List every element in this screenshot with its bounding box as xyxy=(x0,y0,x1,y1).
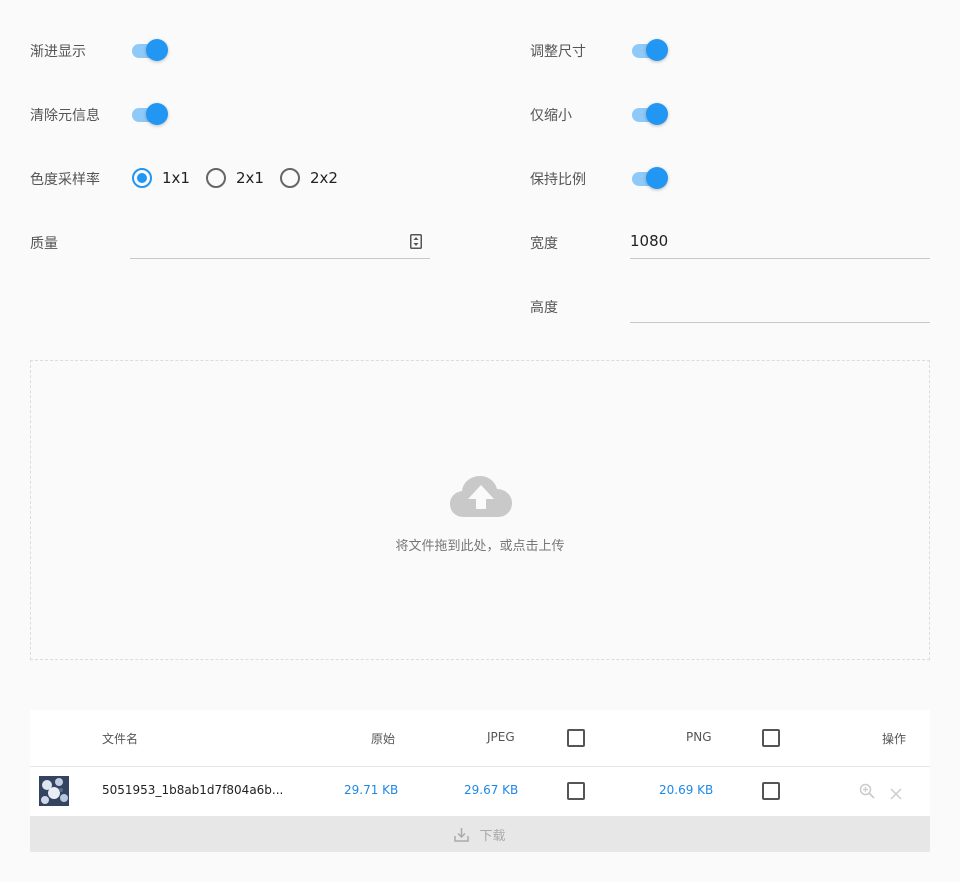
chroma-radio-2x2[interactable]: 2x2 xyxy=(280,168,338,188)
upload-dropzone[interactable]: 将文件拖到此处，或点击上传 xyxy=(30,360,930,660)
column-header-actions: 操作 xyxy=(882,732,907,746)
upload-hint: 将文件拖到此处，或点击上传 xyxy=(395,539,565,554)
keep-ratio-label: 保持比例 xyxy=(530,172,586,188)
shrink-only-toggle[interactable] xyxy=(630,103,668,127)
header-divider xyxy=(30,766,930,767)
strip-metadata-label: 清除元信息 xyxy=(30,108,100,124)
toggle-thumb xyxy=(646,39,668,61)
jpeg-size[interactable]: 29.67 KB xyxy=(464,783,518,797)
toggle-thumb xyxy=(146,39,168,61)
progressive-label: 渐进显示 xyxy=(30,44,86,60)
width-field xyxy=(630,223,930,259)
column-header-filename: 文件名 xyxy=(102,732,139,746)
radio-label: 1x1 xyxy=(162,169,190,187)
file-thumbnail xyxy=(39,776,69,806)
file-name: 5051953_1b8ab1d7f804a6b... xyxy=(102,783,284,797)
radio-label: 2x1 xyxy=(236,169,264,187)
progressive-toggle[interactable] xyxy=(130,39,168,63)
png-row-checkbox[interactable] xyxy=(762,782,780,800)
download-button[interactable]: 下载 xyxy=(30,816,930,852)
height-field xyxy=(630,287,930,323)
toggle-thumb xyxy=(646,167,668,189)
cloud-upload-icon xyxy=(450,475,512,523)
chroma-subsampling-label: 色度采样率 xyxy=(30,172,100,188)
jpeg-select-all-checkbox[interactable] xyxy=(567,729,585,747)
close-icon[interactable] xyxy=(890,785,902,804)
column-header-original: 原始 xyxy=(371,732,396,746)
toggle-thumb xyxy=(146,103,168,125)
chroma-radio-2x1[interactable]: 2x1 xyxy=(206,168,264,188)
radio-circle xyxy=(206,168,226,188)
radio-label: 2x2 xyxy=(310,169,338,187)
jpeg-row-checkbox[interactable] xyxy=(567,782,585,800)
number-spinner-icon[interactable] xyxy=(410,234,422,253)
height-input[interactable] xyxy=(630,287,930,322)
radio-circle xyxy=(280,168,300,188)
quality-label: 质量 xyxy=(30,236,58,252)
toggle-thumb xyxy=(646,103,668,125)
file-table: 文件名 原始 JPEG PNG 操作 5051953_1b8ab1d7f804a… xyxy=(30,710,930,852)
strip-metadata-toggle[interactable] xyxy=(130,103,168,127)
radio-circle-checked xyxy=(132,168,152,188)
shrink-only-label: 仅缩小 xyxy=(530,108,572,124)
original-size: 29.71 KB xyxy=(344,783,399,797)
keep-ratio-toggle[interactable] xyxy=(630,167,668,191)
column-header-png: PNG xyxy=(686,730,712,744)
column-header-jpeg: JPEG xyxy=(487,730,515,744)
download-label: 下载 xyxy=(479,828,506,844)
zoom-in-icon[interactable] xyxy=(859,783,875,803)
quality-field xyxy=(130,223,430,259)
height-label: 高度 xyxy=(530,300,558,316)
download-icon xyxy=(454,827,470,842)
resize-toggle[interactable] xyxy=(630,39,668,63)
quality-input[interactable] xyxy=(130,223,430,258)
png-size[interactable]: 20.69 KB xyxy=(659,783,713,797)
resize-label: 调整尺寸 xyxy=(530,44,586,60)
png-select-all-checkbox[interactable] xyxy=(762,729,780,747)
chroma-radio-1x1[interactable]: 1x1 xyxy=(132,168,190,188)
width-label: 宽度 xyxy=(530,236,558,252)
width-input[interactable] xyxy=(630,223,930,258)
